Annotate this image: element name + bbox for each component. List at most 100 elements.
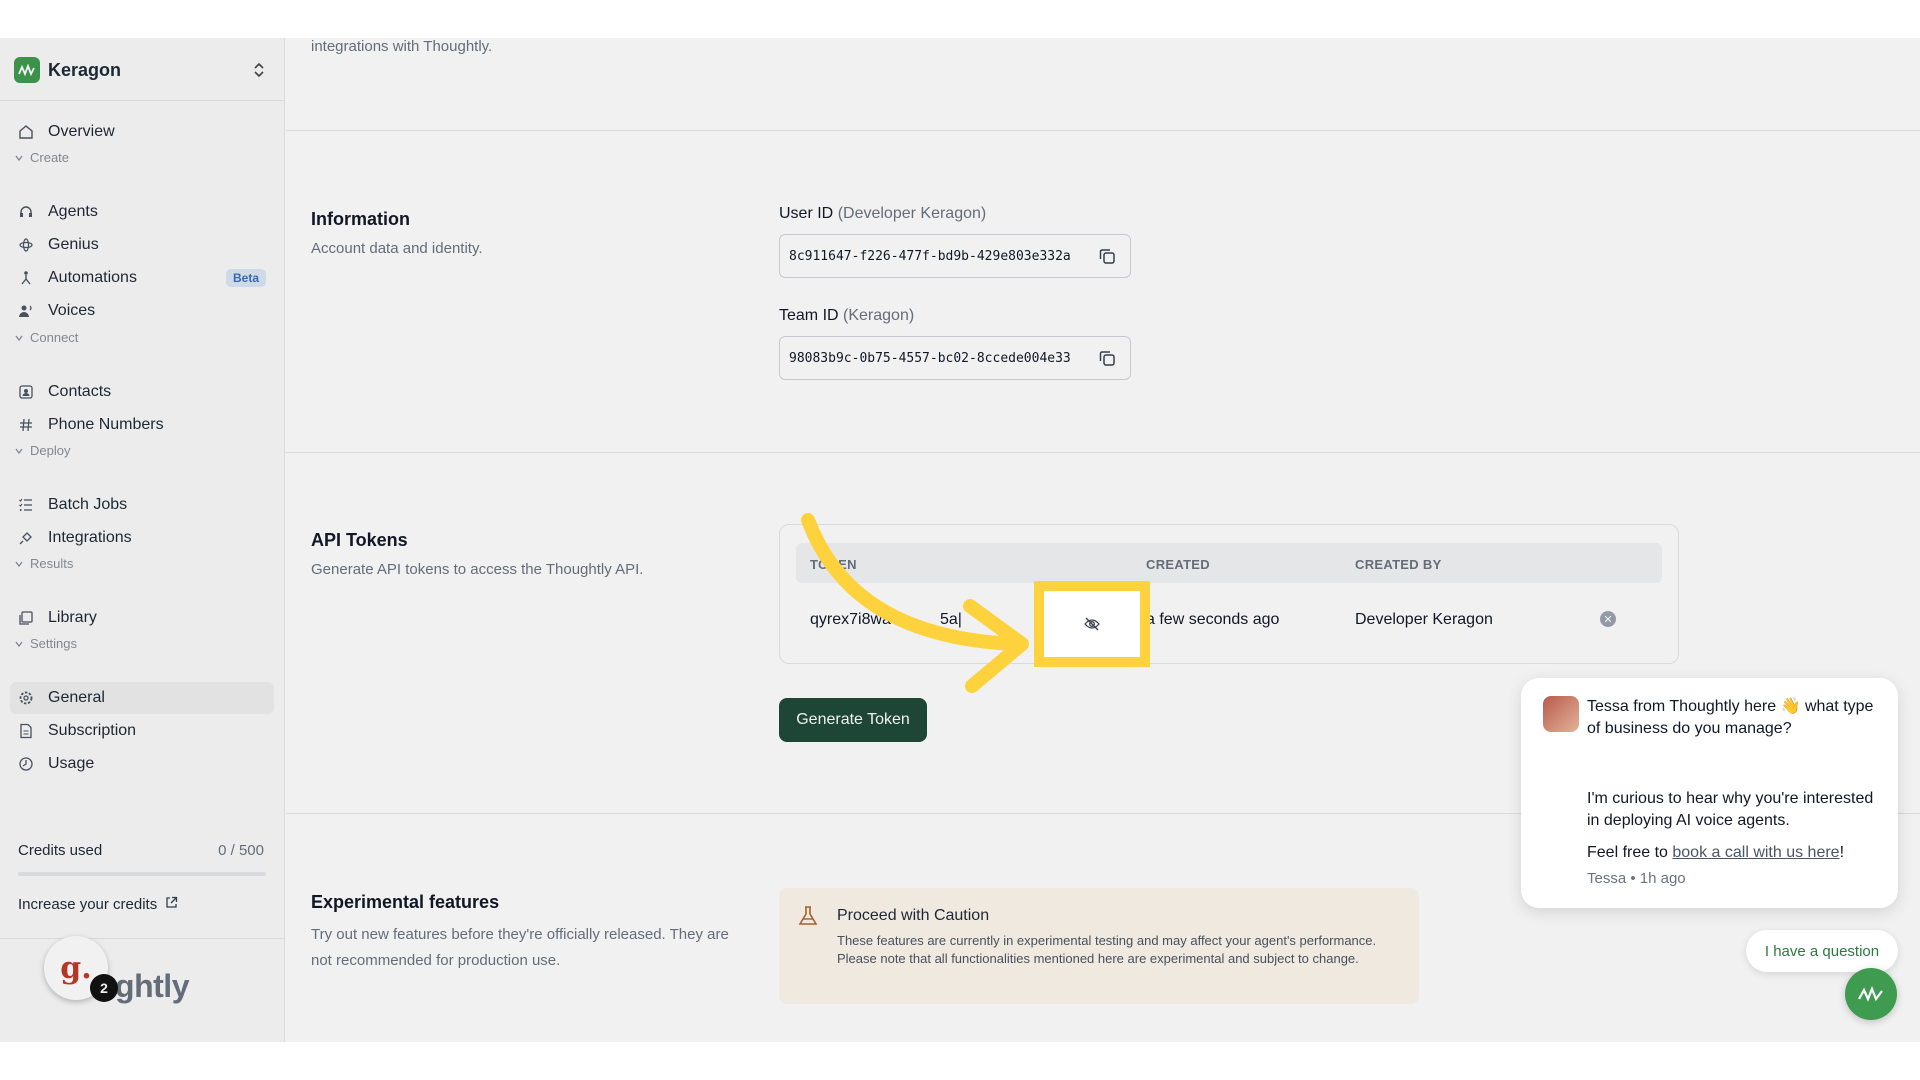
team-id-hint: (Keragon) — [843, 307, 915, 324]
token-created-by: Developer Keragon — [1355, 611, 1493, 628]
information-description: Account data and identity. — [311, 240, 483, 257]
chat-line-3-suffix: ! — [1839, 844, 1845, 861]
sidebar-item-label: Genius — [48, 236, 99, 253]
sidebar-item-subscription[interactable]: Subscription — [10, 715, 274, 747]
chat-line-2: I'm curious to hear why you're intereste… — [1587, 790, 1874, 829]
team-id-value: 98083b9c-0b75-4557-bc02-8ccede004e33 — [789, 350, 1071, 366]
sidebar-item-label: Integrations — [48, 529, 132, 546]
sidebar-item-genius[interactable]: Genius — [10, 229, 274, 261]
chat-line-1: Tessa from Thoughtly here 👋 what type of… — [1587, 698, 1874, 737]
increase-credits-label: Increase your credits — [18, 896, 158, 913]
app-frame: Keragon Overview Create Agents Genius Au… — [0, 38, 1920, 1042]
sidebar-item-library[interactable]: Library — [10, 602, 274, 634]
section-deploy[interactable]: Deploy — [14, 443, 70, 458]
team-switcher[interactable]: Keragon — [14, 52, 272, 88]
book-call-link[interactable]: book a call with us here — [1672, 844, 1839, 861]
beta-badge: Beta — [225, 269, 266, 287]
chat-launcher-button[interactable] — [1845, 968, 1897, 1020]
section-create[interactable]: Create — [14, 150, 69, 165]
sidebar-item-usage[interactable]: Usage — [10, 748, 274, 780]
headset-icon — [18, 204, 34, 220]
chevron-down-icon — [14, 639, 24, 649]
token-created: a few seconds ago — [1146, 611, 1280, 628]
sidebar: Keragon Overview Create Agents Genius Au… — [0, 38, 285, 1042]
sidebar-item-label: Agents — [48, 203, 98, 220]
api-tokens-description: Generate API tokens to access the Though… — [311, 561, 644, 578]
home-icon — [18, 124, 34, 140]
section-label: Create — [30, 150, 70, 165]
chevron-down-icon — [14, 559, 24, 569]
sidebar-item-agents[interactable]: Agents — [10, 196, 274, 228]
eye-off-icon[interactable] — [1083, 615, 1101, 633]
user-id-value: 8c911647-f226-477f-bd9b-429e803e332a — [789, 248, 1071, 264]
sidebar-item-integrations[interactable]: Integrations — [10, 522, 274, 554]
sidebar-item-automations[interactable]: Automations Beta — [10, 262, 274, 294]
api-tokens-title: API Tokens — [311, 530, 408, 550]
section-label: Results — [30, 556, 74, 571]
team-id-field[interactable]: 98083b9c-0b75-4557-bc02-8ccede004e33 — [779, 336, 1131, 380]
caution-banner: Proceed with Caution These features are … — [779, 888, 1419, 1004]
sidebar-item-label: Library — [48, 609, 97, 626]
chevron-updown-icon[interactable] — [252, 60, 266, 80]
library-icon — [18, 610, 34, 626]
chat-meta: Tessa • 1h ago — [1587, 870, 1686, 887]
chat-message-bubble[interactable]: Tessa from Thoughtly here 👋 what type of… — [1521, 678, 1898, 908]
sidebar-item-label: Subscription — [48, 722, 137, 739]
credits-value: 0 / 500 — [218, 842, 264, 859]
i-have-a-question-button[interactable]: I have a question — [1746, 930, 1898, 972]
section-label: Deploy — [30, 443, 71, 458]
sidebar-item-batch-jobs[interactable]: Batch Jobs — [10, 489, 274, 521]
delete-token-icon[interactable]: ✕ — [1600, 611, 1616, 627]
section-results[interactable]: Results — [14, 556, 73, 571]
user-id-field[interactable]: 8c911647-f226-477f-bd9b-429e803e332a — [779, 234, 1131, 278]
credits-progress-bar — [18, 872, 266, 876]
sidebar-item-label: Contacts — [48, 383, 112, 400]
gear-icon — [18, 690, 34, 706]
sidebar-item-phone-numbers[interactable]: Phone Numbers — [10, 409, 274, 441]
sidebar-item-label: General — [48, 689, 105, 706]
clock-icon — [18, 756, 34, 772]
user-id-hint: (Developer Keragon) — [837, 205, 987, 222]
flask-icon — [797, 905, 819, 927]
divider — [0, 100, 285, 101]
experimental-description: Try out new features before they're offi… — [311, 926, 729, 969]
section-description: integrations with Thoughtly. — [311, 38, 493, 55]
show-token-highlight[interactable] — [1034, 581, 1150, 667]
column-header-created-by: CREATED BY — [1355, 557, 1442, 572]
copy-icon[interactable] — [1098, 349, 1116, 367]
file-icon — [18, 723, 34, 739]
chevron-down-icon — [14, 333, 24, 343]
contacts-icon — [18, 384, 34, 400]
thoughtly-logo-icon — [1858, 986, 1883, 1002]
external-link-icon — [165, 896, 178, 913]
section-settings[interactable]: Settings — [14, 636, 77, 651]
sidebar-item-label: Overview — [48, 123, 115, 140]
chat-line-3: Feel free to book a call with us here! — [1587, 842, 1882, 864]
sidebar-item-contacts[interactable]: Contacts — [10, 376, 274, 408]
user-id-label: User ID (Developer Keragon) — [779, 205, 986, 223]
sidebar-item-label: Batch Jobs — [48, 496, 128, 513]
tessa-avatar — [1543, 696, 1579, 732]
sidebar-item-overview[interactable]: Overview — [10, 116, 274, 148]
team-name: Keragon — [48, 59, 122, 80]
sidebar-item-voices[interactable]: Voices — [10, 295, 274, 327]
sidebar-item-label: Automations — [48, 269, 137, 286]
section-label: Connect — [30, 330, 79, 345]
voices-icon — [18, 303, 34, 319]
divider — [286, 130, 1920, 131]
team-id-label-text: Team ID — [779, 307, 839, 324]
avatar-letter: g. — [60, 950, 92, 986]
chevron-down-icon — [14, 446, 24, 456]
notification-count-badge: 2 — [90, 974, 118, 1002]
plug-icon — [18, 530, 34, 546]
section-connect[interactable]: Connect — [14, 330, 78, 345]
copy-icon[interactable] — [1098, 247, 1116, 265]
increase-credits-link[interactable]: Increase your credits — [18, 896, 178, 913]
experimental-title: Experimental features — [311, 892, 500, 912]
section-label: Settings — [30, 636, 77, 651]
information-title: Information — [311, 209, 410, 229]
column-header-created: CREATED — [1146, 557, 1210, 572]
sidebar-item-general[interactable]: General — [10, 682, 274, 714]
sidebar-item-label: Phone Numbers — [48, 416, 164, 433]
team-id-label: Team ID (Keragon) — [779, 307, 914, 325]
